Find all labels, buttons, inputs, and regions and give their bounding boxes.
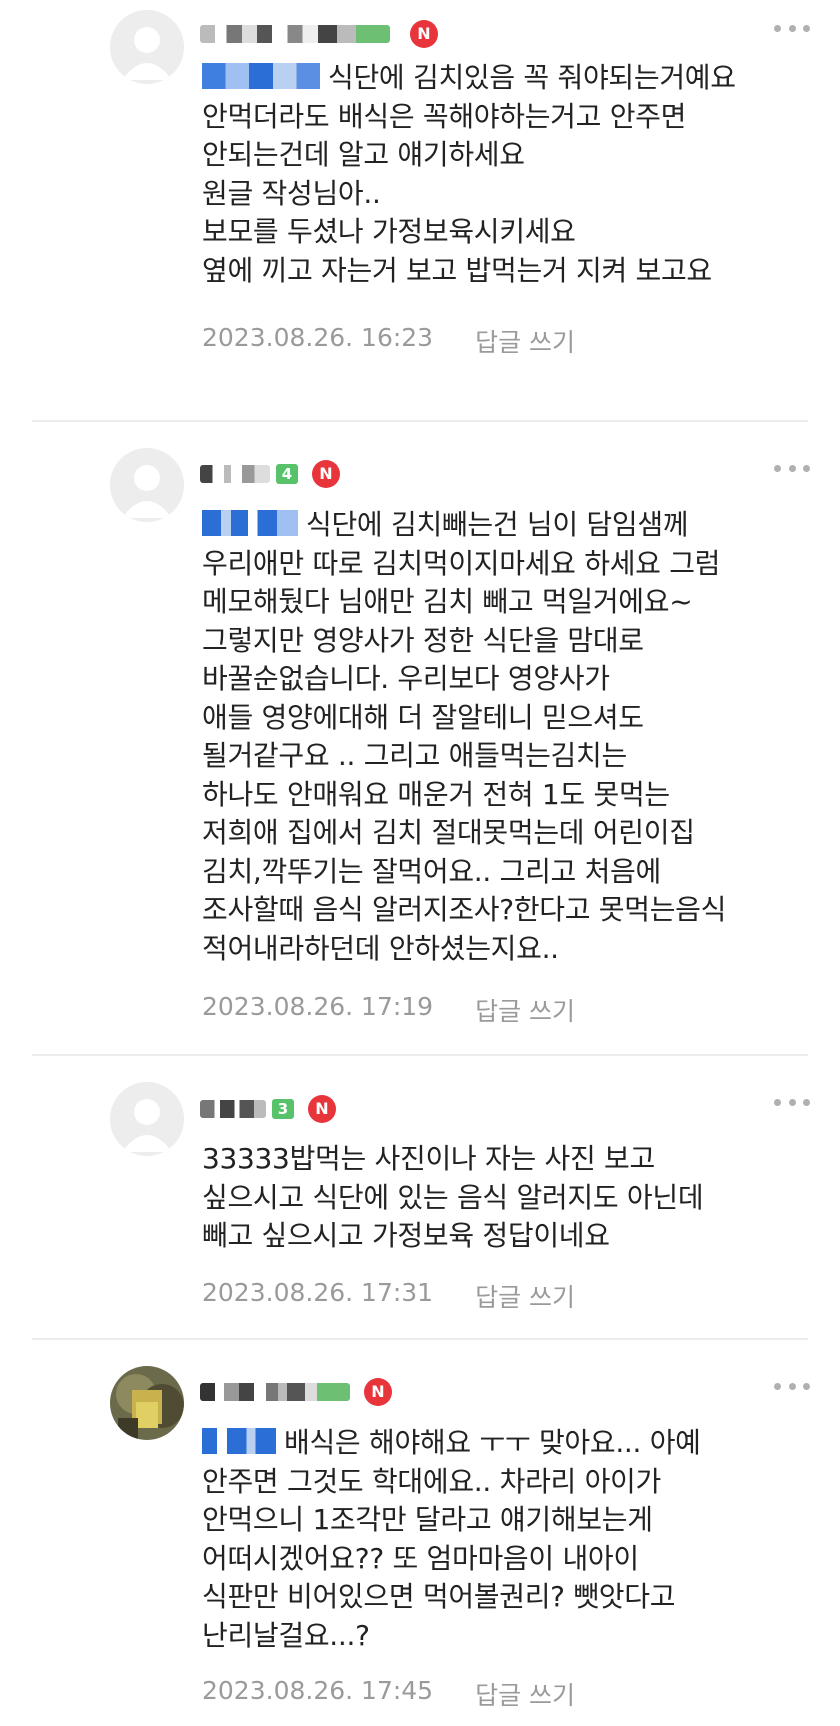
comment-meta: 2023.08.26. 17:45 답글 쓰기 — [202, 1676, 575, 1712]
comment-line: 저희애 집에서 김치 절대못먹는데 어린이집 — [202, 816, 695, 849]
comment-line: 적어내라하던데 안하셨는지요.. — [202, 931, 559, 965]
comment-line: 안먹더라도 배식은 꼭해야하는거고 안주면 — [202, 99, 687, 133]
avatar[interactable] — [110, 1366, 184, 1440]
avatar[interactable] — [110, 10, 184, 84]
n-badge: N — [364, 1378, 392, 1406]
mention-tag[interactable] — [202, 63, 320, 89]
nickname-blur — [200, 25, 390, 43]
reply-button[interactable]: 답글 쓰기 — [475, 1676, 575, 1712]
comment-line: 난리날걸요...? — [202, 1618, 370, 1652]
comment-line: 33333밥먹는 사진이나 자는 사진 보고 — [202, 1142, 655, 1175]
comment-line: 빼고 싶으시고 가정보육 정답이네요 — [202, 1219, 610, 1252]
comment-line: 조사할때 음식 알러지조사?한다고 못먹는음식 — [202, 893, 727, 926]
comment-date: 2023.08.26. 17:31 — [202, 1278, 434, 1307]
comment-body: 식단에 김치빼는건 님이 담임샘께 우리애만 따로 김치먹이지마세요 하세요 그… — [202, 506, 822, 968]
nickname-blur — [200, 1100, 266, 1118]
comment-line: 하나도 안매워요 매운거 전혀 1도 못먹는 — [202, 777, 670, 811]
comment-meta: 2023.08.26. 16:23 답글 쓰기 — [202, 323, 575, 359]
n-badge: N — [312, 460, 340, 488]
more-options-icon[interactable] — [774, 1096, 810, 1108]
comment-line: 보모를 두셨나 가정보육시키세요 — [202, 215, 576, 248]
comment-body: 33333밥먹는 사진이나 자는 사진 보고 싶으시고 식단에 있는 음식 알러… — [202, 1140, 822, 1256]
comment-line: 배식은 해야해요 ㅜㅜ 맞아요... 아예 — [202, 1424, 822, 1463]
comment-line: 바꿀순없습니다. 우리보다 영양사가 — [202, 662, 610, 695]
comment-line: 어떠시겠어요?? 또 엄마마음이 내아이 — [202, 1541, 639, 1575]
mention-tag[interactable] — [202, 510, 298, 536]
author-nickname[interactable]: N — [200, 1378, 392, 1406]
comment-line: 안먹으니 1조각만 달라고 얘기해보는게 — [202, 1503, 653, 1536]
comment-body: 배식은 해야해요 ㅜㅜ 맞아요... 아예 안주면 그것도 학대에요.. 차라리… — [202, 1424, 822, 1655]
comment-line: 안되는건데 알고 얘기하세요 — [202, 138, 525, 171]
comment-line: 그렇지만 영양사가 정한 식단을 맘대로 — [202, 623, 644, 657]
comment-date: 2023.08.26. 16:23 — [202, 323, 434, 352]
reply-button[interactable]: 답글 쓰기 — [475, 992, 575, 1028]
nickname-blur — [200, 465, 270, 483]
nickname-blur — [200, 1383, 350, 1401]
comment-line: 애들 영양에대해 더 잘알테니 믿으셔도 — [202, 700, 644, 734]
comment-line: 안주면 그것도 학대에요.. 차라리 아이가 — [202, 1464, 661, 1498]
user-photo-avatar — [110, 1366, 184, 1440]
comment-line: 메모해뒀다 님애만 김치 빼고 먹일거에요~ — [202, 585, 693, 618]
avatar[interactable] — [110, 1082, 184, 1156]
default-profile-avatar-icon — [110, 10, 184, 84]
n-badge: N — [410, 20, 438, 48]
divider — [32, 420, 808, 422]
more-options-icon[interactable] — [774, 462, 810, 474]
avatar[interactable] — [110, 448, 184, 522]
comment-meta: 2023.08.26. 17:19 답글 쓰기 — [202, 992, 575, 1028]
default-profile-avatar-icon — [110, 1082, 184, 1156]
comment-line: 될거같구요 .. 그리고 애들먹는김치는 — [202, 739, 627, 772]
divider — [32, 1054, 808, 1056]
author-nickname[interactable]: N — [200, 20, 438, 48]
author-nickname[interactable]: 3 N — [200, 1095, 336, 1123]
n-badge: N — [308, 1095, 336, 1123]
mention-tag[interactable] — [202, 1428, 276, 1454]
level-badge: 3 — [272, 1099, 294, 1119]
comment-line: 식단에 김치빼는건 님이 담임샘께 — [202, 506, 822, 545]
divider — [32, 1338, 808, 1340]
reply-button[interactable]: 답글 쓰기 — [475, 1278, 575, 1314]
comment-meta: 2023.08.26. 17:31 답글 쓰기 — [202, 1278, 575, 1314]
comment-line: 옆에 끼고 자는거 보고 밥먹는거 지켜 보고요 — [202, 253, 712, 287]
comment-line: 싶으시고 식단에 있는 음식 알러지도 아닌데 — [202, 1180, 704, 1214]
comment-line: 김치,깍뚜기는 잘먹어요.. 그리고 처음에 — [202, 854, 661, 888]
comment-body: 식단에 김치있음 꼭 줘야되는거예요 안먹더라도 배식은 꼭해야하는거고 안주면… — [202, 59, 822, 290]
level-badge: 4 — [276, 464, 298, 484]
more-options-icon[interactable] — [774, 22, 810, 34]
comment-line: 우리애만 따로 김치먹이지마세요 하세요 그럼 — [202, 546, 721, 580]
comment-date: 2023.08.26. 17:19 — [202, 992, 434, 1021]
reply-button[interactable]: 답글 쓰기 — [475, 323, 575, 359]
more-options-icon[interactable] — [774, 1380, 810, 1392]
comment-line: 원글 작성님아.. — [202, 176, 381, 210]
comment-line: 식단에 김치있음 꼭 줘야되는거예요 — [202, 59, 822, 98]
comment-line: 식판만 비어있으면 먹어볼권리? 뺏앗다고 — [202, 1580, 676, 1613]
author-nickname[interactable]: 4 N — [200, 460, 340, 488]
comment-date: 2023.08.26. 17:45 — [202, 1676, 434, 1705]
default-profile-avatar-icon — [110, 448, 184, 522]
